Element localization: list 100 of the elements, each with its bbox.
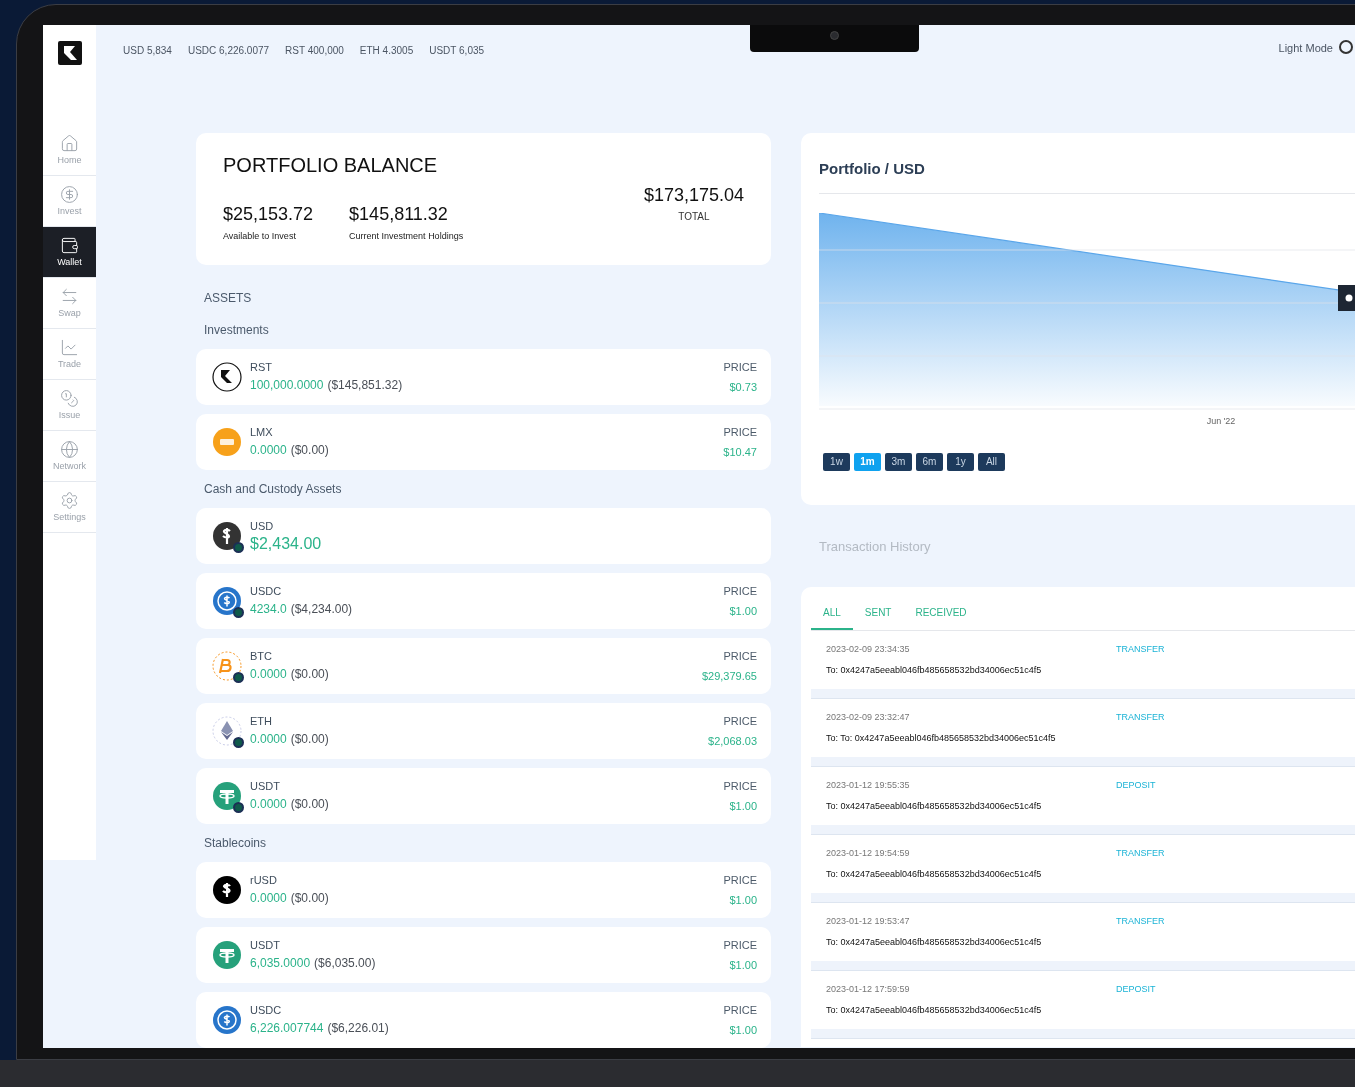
price-label: PRICE <box>723 873 757 887</box>
line-chart-icon <box>60 338 79 357</box>
transaction-type: TRANSFER <box>1116 846 1165 860</box>
asset-symbol: rUSD <box>250 873 278 888</box>
coin-icon <box>212 427 242 457</box>
transaction-date: 2023-01-12 19:55:35 <box>826 778 911 792</box>
toggle-icon[interactable] <box>1339 40 1353 54</box>
range-button[interactable]: 1w <box>823 452 850 471</box>
asset-amount: 4234.0 <box>250 601 287 618</box>
range-button[interactable]: 3m <box>885 452 912 471</box>
total-label: TOTAL <box>678 210 710 224</box>
transaction-date: 2023-02-09 23:32:47 <box>826 710 911 724</box>
balance-ticker: RST 400,000 <box>285 44 344 58</box>
price-label: PRICE <box>723 779 757 793</box>
balance-ticker: USDC 6,226.0077 <box>187 44 270 58</box>
bitcoin-icon <box>212 651 242 681</box>
section-heading: Cash and Custody Assets <box>204 481 343 498</box>
camera-icon <box>830 31 839 40</box>
asset-card[interactable]: RST 100,000.0000 ($145,851.32) PRICE $0.73 <box>196 349 771 405</box>
asset-value: ($4,234.00) <box>290 601 353 618</box>
asset-card[interactable]: USD $2,434.00 <box>196 508 771 564</box>
transaction-type: TRANSFER <box>1116 710 1165 724</box>
asset-card[interactable]: BTC 0.0000 ($0.00) PRICE $29,379.65 <box>196 638 771 694</box>
asset-price: $1.00 <box>729 958 757 972</box>
transaction-type: DEPOSIT <box>1116 778 1156 792</box>
asset-amount: 0.0000 <box>250 442 287 459</box>
range-button[interactable]: 6m <box>916 452 943 471</box>
transaction-type: TRANSFER <box>1116 914 1165 928</box>
transaction-address: To: 0x4247a5eeabl046fb485658532bd34006ec51c4f5 <box>826 936 1043 949</box>
chart-title: Portfolio / USD <box>819 160 926 178</box>
asset-symbol: BTC <box>250 649 273 664</box>
asset-amount: 6,035.0000 <box>250 955 311 972</box>
asset-symbol: USDC <box>250 1003 283 1018</box>
asset-symbol: USDT <box>250 779 281 794</box>
asset-card[interactable]: USDC 4234.0 ($4,234.00) PRICE $1.00 <box>196 573 771 629</box>
asset-symbol: USD <box>250 519 275 534</box>
asset-card[interactable]: LMX 0.0000 ($0.00) PRICE $10.47 <box>196 414 771 470</box>
transaction-row[interactable]: 2023-01-12 19:53:47 TRANSFER To: 0x4247a5eeabl046fb485658532bd34006ec51c4f5 <box>811 902 1355 961</box>
coins-icon <box>60 389 79 408</box>
tether-icon <box>212 781 242 811</box>
asset-price: $1.00 <box>729 893 757 907</box>
asset-symbol: RST <box>250 360 273 375</box>
asset-card[interactable]: ETH 0.0000 ($0.00) PRICE $2,068.03 <box>196 703 771 759</box>
balance-ticker: USD 5,834 <box>123 44 172 58</box>
transaction-date: 2023-01-12 19:54:59 <box>826 846 911 860</box>
range-button[interactable]: All <box>978 452 1005 471</box>
transaction-row[interactable]: 2023-02-09 23:32:47 TRANSFER To: To: 0x4247a5eeabl046fb485658532bd34006ec51c4f5 <box>811 698 1355 757</box>
asset-card[interactable]: rUSD 0.0000 ($0.00) PRICE $1.00 <box>196 862 771 918</box>
asset-price: $10.47 <box>723 445 757 459</box>
transaction-address: To: 0x4247a5eeabl046fb485658532bd34006ec51c4f5 <box>826 868 1043 881</box>
asset-amount: 0.0000 <box>250 731 287 748</box>
asset-value: ($0.00) <box>290 442 329 459</box>
transaction-date: 2023-01-12 17:59:59 <box>826 982 911 996</box>
asset-amount: $2,434.00 <box>250 534 322 554</box>
price-label: PRICE <box>723 1003 757 1017</box>
price-label: PRICE <box>723 649 757 663</box>
dollar-coin-icon <box>212 586 242 616</box>
transaction-date: 2023-02-09 23:34:35 <box>826 642 911 656</box>
settings-icon <box>60 491 79 510</box>
asset-value: ($0.00) <box>290 666 329 683</box>
asset-card[interactable]: USDC 6,226.007744 ($6,226.01) PRICE $1.00 <box>196 992 771 1048</box>
holdings-amount: $145,811.32 <box>349 203 449 225</box>
asset-card[interactable]: USDT 6,035.0000 ($6,035.00) PRICE $1.00 <box>196 927 771 983</box>
transaction-row[interactable]: 2023-01-12 19:55:35 DEPOSIT To: 0x4247a5eeabl046fb485658532bd34006ec51c4f5 <box>811 766 1355 825</box>
dollar-coin-icon <box>212 521 242 551</box>
dollar-coin-icon <box>212 875 242 905</box>
asset-value: ($6,035.00) <box>314 955 376 972</box>
asset-symbol: USDT <box>250 938 281 953</box>
section-heading: Stablecoins <box>204 835 268 852</box>
sidebar-item[interactable]: Wallet <box>43 227 96 278</box>
transaction-address: To: 0x4247a5eeabl046fb485658532bd34006ec51c4f5 <box>826 1004 1043 1017</box>
swap-arrows-icon <box>60 287 79 306</box>
transaction-type: TRANSFER <box>1116 642 1165 656</box>
logo-coin-icon <box>212 362 242 392</box>
asset-symbol: USDC <box>250 584 283 599</box>
asset-value: ($0.00) <box>290 796 329 813</box>
range-button[interactable]: 1y <box>947 452 974 471</box>
theme-toggle-label[interactable]: Light Mode <box>1278 40 1333 57</box>
asset-price: $1.00 <box>729 604 757 618</box>
asset-price: $1.00 <box>729 1023 757 1037</box>
transaction-history-title: Transaction History <box>819 538 932 556</box>
asset-amount: 0.0000 <box>250 666 287 683</box>
transaction-row[interactable]: 2023-01-12 19:54:59 TRANSFER To: 0x4247a5eeabl046fb485658532bd34006ec51c4f5 <box>811 834 1355 893</box>
asset-amount: 6,226.007744 <box>250 1020 324 1037</box>
asset-price: $1.00 <box>729 799 757 813</box>
assets-heading: ASSETS <box>204 290 253 307</box>
app-logo-icon[interactable] <box>57 41 82 65</box>
x-axis-label: Jun '22 <box>1206 415 1236 428</box>
transaction-row[interactable]: 2023-02-09 23:34:35 TRANSFER To: 0x4247a5eeabl046fb485658532bd34006ec51c4f5 <box>811 630 1355 689</box>
balance-ticker: USDT 6,035 <box>429 44 485 58</box>
holdings-label: Current Investment Holdings <box>349 230 464 243</box>
transaction-address: To: 0x4247a5eeabl046fb485658532bd34006ec51c4f5 <box>826 800 1043 813</box>
transaction-address: To: To: 0x4247a5eeabl046fb485658532bd34006ec51c4f5 <box>826 732 1057 745</box>
asset-card[interactable]: USDT 0.0000 ($0.00) PRICE $1.00 <box>196 768 771 824</box>
transaction-row[interactable]: 2023-01-12 17:59:59 DEPOSIT To: 0x4247a5eeabl046fb485658532bd34006ec51c4f5 <box>811 970 1355 1029</box>
price-label: PRICE <box>723 425 757 439</box>
transaction-address: To: 0x4247a5eeabl046fb485658532bd34006ec51c4f5 <box>826 664 1043 677</box>
wallet-icon <box>60 236 79 255</box>
asset-value: ($6,226.01) <box>327 1020 389 1037</box>
dollar-coin-icon <box>60 185 79 204</box>
